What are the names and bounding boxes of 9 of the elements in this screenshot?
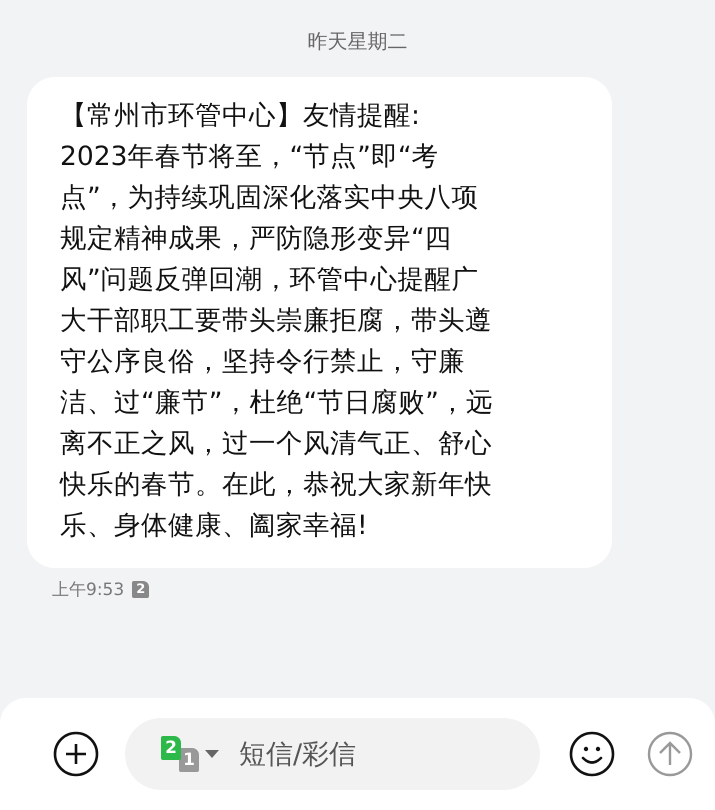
message-time: 上午9:53 xyxy=(52,579,124,601)
message-text: 【常州市环管中心】友情提醒: 2023年春节将至，“节点”即“考 点”，为持续巩固深化落实中央八项 规定精神成果，严防隐形变异“四 风”问题反弹回潮，环管中心提醒广 大干部职工要带头崇廉拒腐，带头遵 守公序良俗，坚持令行禁止，守廉 洁、过“廉节”，杜绝“节日腐败”，远 离不正之风，过一个风清气正、舒心 快乐的春节。在此，恭祝大家新年快 乐、身体健康、阖家幸福! xyxy=(60,99,494,543)
emoji-icon[interactable] xyxy=(569,731,615,777)
date-header: 昨天星期二 xyxy=(308,28,408,55)
message-input-field[interactable]: 1 2 短信/彩信 xyxy=(125,718,540,790)
sim-selector[interactable]: 1 2 xyxy=(159,736,205,772)
sim-badge: 2 xyxy=(132,581,150,598)
caret-icon[interactable] xyxy=(205,750,219,758)
add-icon[interactable] xyxy=(53,731,99,777)
